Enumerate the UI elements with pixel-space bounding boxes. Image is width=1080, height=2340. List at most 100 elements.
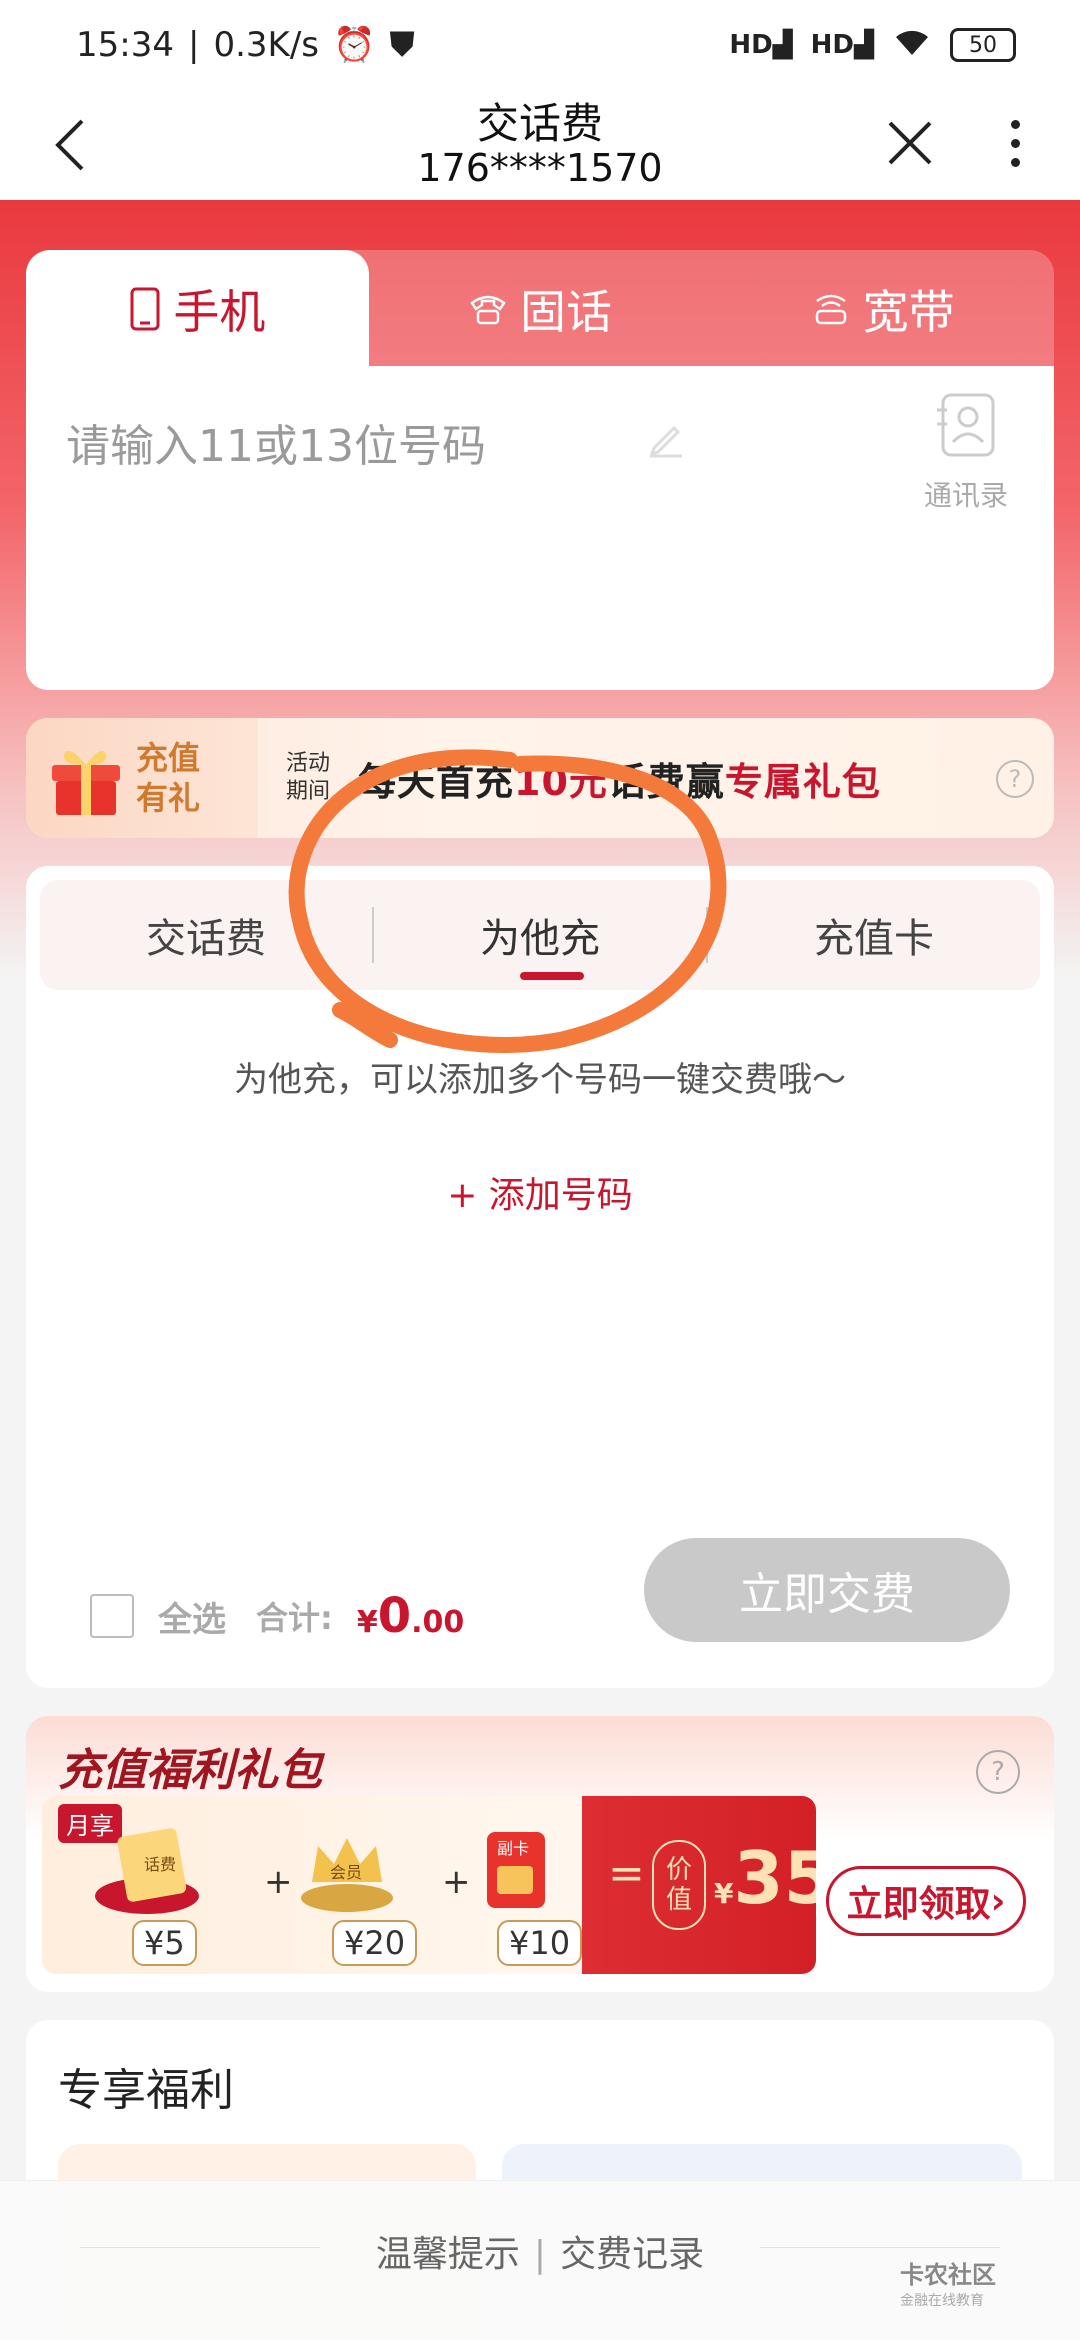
tab-landline-label: 固话 (520, 285, 612, 339)
benefit-pack-card: 充值福利礼包 ? 月享 话费 ¥5 + 会员 ¥20 + 副卡 ¥10 = 价值… (26, 1716, 1054, 1992)
pencil-icon (646, 418, 686, 462)
pay-now-button[interactable]: 立即交费 (644, 1538, 1010, 1642)
total-int: 0 (377, 1588, 412, 1644)
select-all-checkbox[interactable] (90, 1594, 134, 1638)
tab-landline[interactable]: 固话 (369, 250, 712, 368)
active-tab-indicator (520, 972, 584, 980)
phone-number-input[interactable] (66, 406, 626, 486)
phone-credit-coupon-icon: 话费 (95, 1828, 199, 1914)
promo-reward: 专属礼包 (724, 759, 881, 804)
promo-period-line2: 期间 (286, 779, 331, 804)
total-currency: ¥ (356, 1605, 378, 1640)
shield-icon: ⛊ (389, 25, 415, 65)
service-tabs: 手机 固话 宽带 (26, 250, 1054, 368)
tab-recharge-card[interactable]: 充值卡 (708, 906, 1040, 964)
promo-period: 活动 期间 (286, 750, 340, 806)
alarm-icon: ⏰ (333, 25, 376, 65)
benefit-item-sub-card: 副卡 ¥10 (457, 1826, 583, 1966)
coupon-value-currency: ¥ (714, 1877, 734, 1910)
recharge-hint: 为他充，可以添加多个号码一键交费哦～ (234, 1060, 846, 1100)
signal-1: HD▟ (729, 30, 793, 60)
mobile-phone-icon (130, 287, 160, 331)
tab-recharge-for-others[interactable]: 为他充 (374, 906, 706, 964)
promo-badge: 充值 有礼 (26, 718, 258, 838)
help-icon[interactable]: ? (976, 1750, 1020, 1794)
benefit-item-sub-card-name: 副卡 (497, 1839, 529, 1858)
watermark-sub: 金融在线教育 (900, 2293, 984, 2309)
payment-history-link[interactable]: 交费记录 (560, 2234, 704, 2275)
benefit-coupon[interactable]: 月享 话费 ¥5 + 会员 ¥20 + 副卡 ¥10 = 价值 ¥35 (42, 1796, 816, 1974)
promo-period-line1: 活动 (286, 751, 331, 776)
tips-link[interactable]: 温馨提示 (376, 2234, 520, 2275)
promo-text-a: 每天首充 (358, 759, 515, 804)
benefit-title: 充值福利礼包 (58, 1745, 322, 1796)
promo-badge-text: 充值 有礼 (136, 738, 200, 818)
more-dot (1010, 157, 1020, 167)
status-time: 15:34 (76, 25, 174, 65)
item-price: ¥20 (332, 1920, 418, 1966)
footer-bar: 温馨提示 | 交费记录 卡农社区金融在线教育 (0, 2180, 1080, 2340)
signal-2-label: HD (810, 30, 854, 60)
promo-banner[interactable]: 充值 有礼 活动 期间 每天首充10元话费赢专属礼包 ? (26, 718, 1054, 838)
contacts-label: 通讯录 (923, 479, 1008, 512)
coupon-value: ¥35 (714, 1836, 816, 1920)
sim-card-icon: 副卡 (487, 1832, 545, 1908)
close-button[interactable] (880, 108, 940, 178)
benefit-item-membership: 会员 ¥20 (292, 1826, 418, 1966)
chevron-right-icon: › (990, 1880, 1006, 1922)
value-label: 价值 (652, 1840, 706, 1930)
item-price: ¥5 (132, 1920, 197, 1966)
signal-1-label: HD (729, 30, 773, 60)
tab-mobile[interactable]: 手机 (26, 250, 369, 368)
equals-sign: = (608, 1848, 645, 1899)
more-dot (1010, 138, 1020, 148)
footer-separator: | (533, 2234, 547, 2275)
watermark: 卡农社区金融在线教育 (900, 2255, 996, 2310)
tab-broadband[interactable]: 宽带 (711, 250, 1054, 368)
phone-input-area: 通讯录 (26, 366, 1054, 690)
more-button[interactable] (990, 108, 1040, 178)
battery-icon: 50 (950, 28, 1016, 62)
recharge-card: 手机 固话 宽带 通讯录 (26, 250, 1054, 690)
status-speed: 0.3K/s (213, 25, 319, 65)
tab-pay-bill[interactable]: 交话费 (40, 906, 372, 964)
promo-text-b: 话费赢 (607, 759, 725, 804)
status-divider: | (187, 25, 200, 65)
crown-icon: 会员 (301, 1838, 393, 1912)
promo-text: 每天首充10元话费赢专属礼包 (358, 751, 881, 806)
item-price: ¥10 (497, 1920, 583, 1966)
more-dot (1010, 119, 1020, 129)
nav-bar: 交话费 176****1570 (0, 90, 1080, 200)
total-dec: .00 (411, 1605, 465, 1640)
help-icon[interactable]: ? (996, 760, 1034, 798)
recharge-for-others-card: 交话费 为他充 充值卡 为他充，可以添加多个号码一键交费哦～ + 添加号码 全选… (26, 866, 1054, 1688)
total-amount: ¥0.00 (357, 1588, 464, 1644)
plus-sign: + (264, 1862, 293, 1902)
claim-label: 立即领取 (846, 1884, 991, 1925)
router-icon (815, 294, 846, 325)
telephone-icon (470, 295, 506, 325)
benefit-item-phone-credit-name: 话费 (144, 1855, 176, 1874)
total-label: 合计: (256, 1599, 333, 1637)
add-number-button[interactable]: + 添加号码 (26, 1166, 1054, 1218)
promo-badge-line2: 有礼 (136, 779, 201, 817)
status-bar: 15:34 | 0.3K/s ⏰ ⛊ HD▟ HD▟ 50 (0, 0, 1080, 90)
gift-icon (52, 750, 120, 815)
benefit-item-membership-name: 会员 (330, 1863, 362, 1882)
wifi-icon (892, 25, 932, 66)
claim-now-button[interactable]: 立即领取 › (826, 1866, 1026, 1936)
signal-2: HD▟ (810, 30, 874, 60)
select-all-row: 全选 合计: ¥0.00 (90, 1588, 464, 1644)
watermark-name: 卡农社区 (900, 2261, 996, 2289)
contacts-button[interactable]: 通讯录 (906, 392, 1026, 514)
battery-level: 50 (969, 32, 997, 58)
address-book-icon (937, 393, 995, 457)
select-all-label: 全选 (158, 1599, 226, 1640)
coupon-value-number: 35 (733, 1836, 816, 1920)
tab-mobile-label: 手机 (173, 285, 266, 339)
benefit-item-phone-credit: 话费 ¥5 (92, 1826, 202, 1966)
promo-amount: 10元 (514, 759, 608, 804)
tab-broadband-label: 宽带 (862, 285, 955, 339)
exclusive-benefits-title: 专享福利 (58, 2065, 234, 2116)
close-icon (888, 121, 932, 165)
